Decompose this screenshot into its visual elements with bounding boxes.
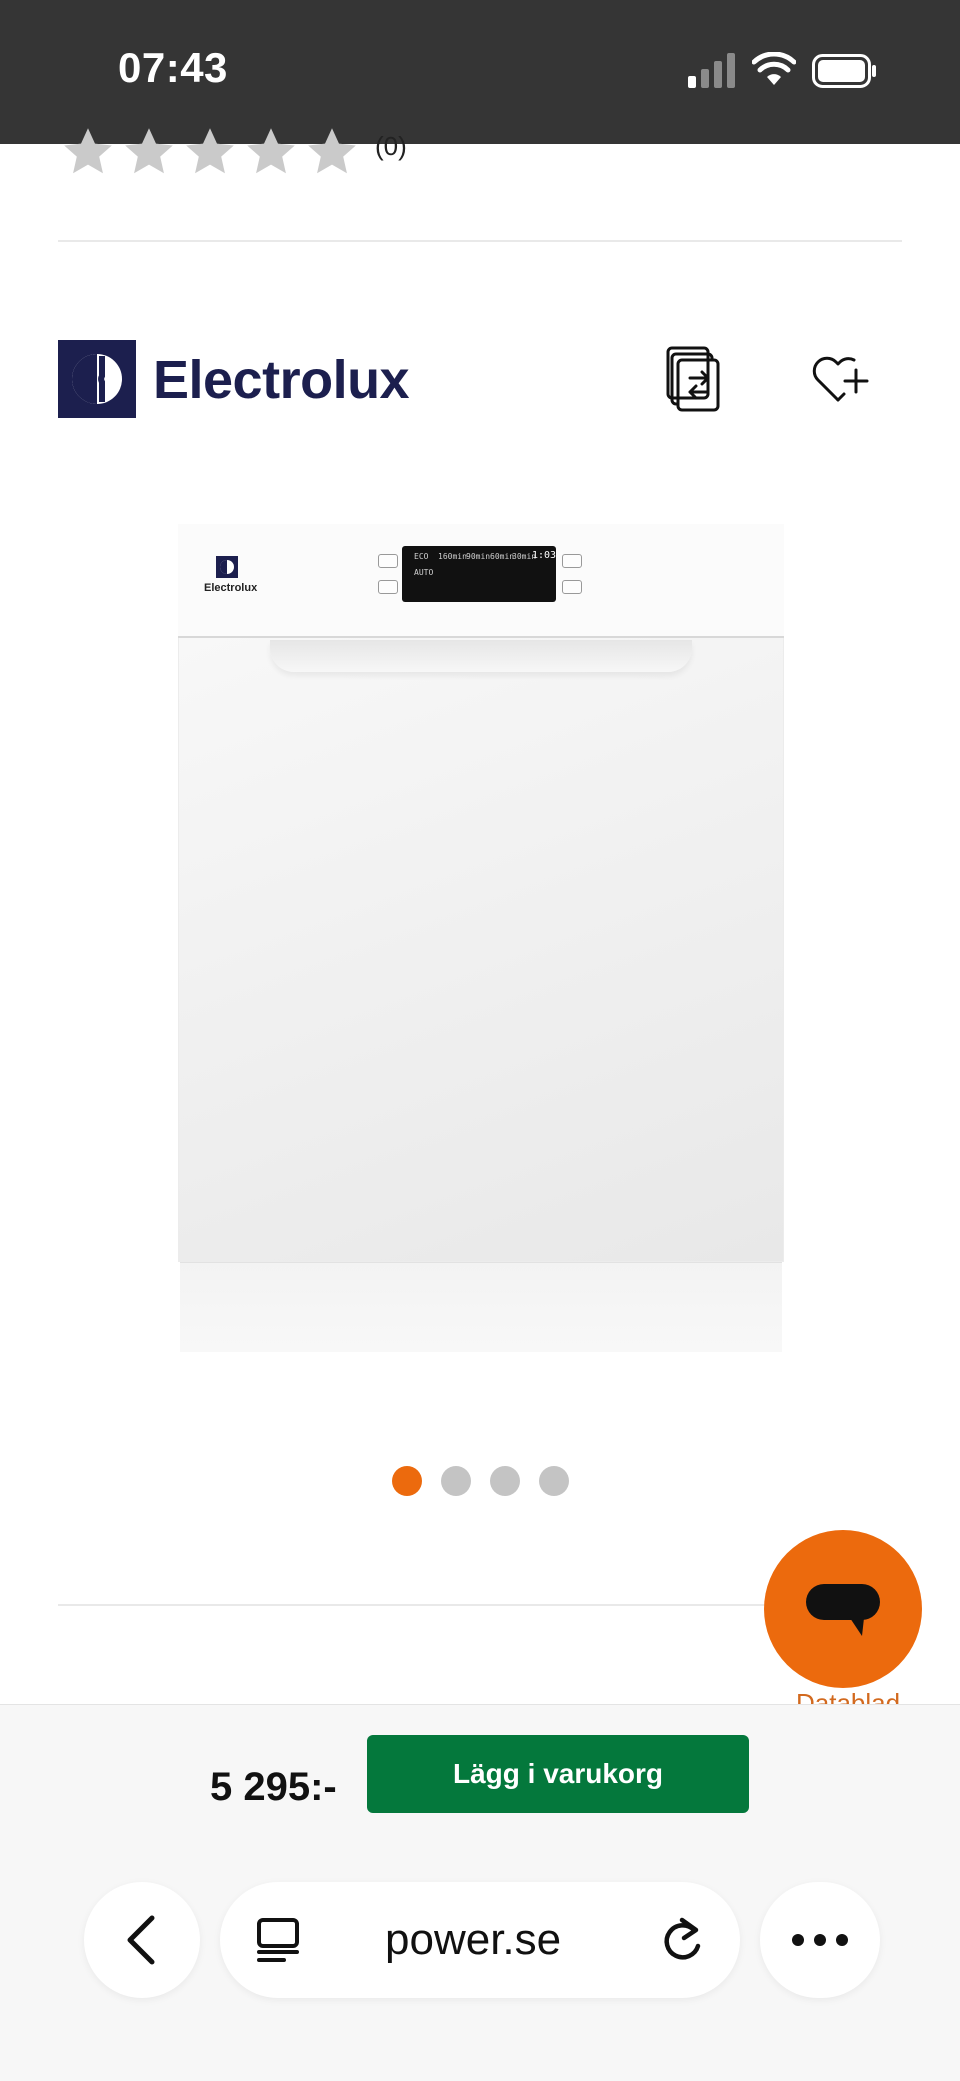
display-label: ECO (414, 552, 429, 561)
status-time: 07:43 (118, 44, 228, 91)
panel-button (562, 554, 582, 568)
product-image[interactable]: Electrolux ECO 160min 90min 60min 30min … (178, 524, 784, 1352)
display-time: 1:03 (532, 550, 557, 561)
panel-button (378, 554, 398, 568)
more-icon (792, 1934, 848, 1946)
display-label: AUTO (414, 568, 434, 577)
dishwasher-plinth (180, 1262, 782, 1352)
wifi-icon (752, 52, 796, 85)
chevron-left-icon (127, 1915, 155, 1965)
electrolux-logo[interactable] (58, 340, 136, 418)
chat-button[interactable] (764, 1530, 922, 1688)
chat-bubble-icon (806, 1584, 880, 1636)
image-carousel-dots (392, 1466, 588, 1496)
brand-name[interactable]: Electrolux (153, 349, 410, 411)
browser-back-button[interactable] (84, 1882, 200, 1998)
battery-icon (812, 54, 876, 88)
display-label: 60min (490, 552, 515, 561)
display-label: 160min (438, 552, 467, 561)
rating-count: (0) (375, 130, 407, 161)
star-icon (64, 128, 112, 174)
dishwasher-control-panel: Electrolux ECO 160min 90min 60min 30min … (178, 524, 784, 638)
product-rating[interactable]: (0) (60, 126, 407, 178)
carousel-dot-3[interactable] (490, 1466, 520, 1496)
star-icon (308, 128, 356, 174)
dishwasher-brand: Electrolux (204, 582, 258, 594)
cellular-signal-icon (688, 53, 735, 88)
url-text: power.se (385, 1915, 562, 1964)
carousel-dot-4[interactable] (539, 1466, 569, 1496)
carousel-dot-1[interactable] (392, 1466, 422, 1496)
product-page: 07:43 (0) Electrolux Electrolux ECO 160m… (0, 0, 960, 2081)
reload-icon (664, 1917, 701, 1960)
reader-icon (257, 1918, 299, 1962)
dishwasher-handle (270, 640, 692, 672)
star-icon (247, 128, 295, 174)
star-icon (186, 128, 234, 174)
browser-more-button[interactable] (760, 1882, 880, 1998)
status-bar: 07:43 (0, 0, 960, 144)
compare-icon[interactable] (664, 346, 728, 412)
divider (58, 240, 902, 242)
star-icon (125, 128, 173, 174)
electrolux-logo (216, 556, 238, 578)
panel-button (562, 580, 582, 594)
address-bar[interactable]: power.se (220, 1882, 740, 1998)
display-label: 90min (466, 552, 491, 561)
dishwasher-display: ECO 160min 90min 60min 30min 1:03 AUTO (402, 546, 556, 602)
panel-button (378, 580, 398, 594)
carousel-dot-2[interactable] (441, 1466, 471, 1496)
add-to-cart-button[interactable]: Lägg i varukorg (367, 1735, 749, 1813)
product-price: 5 295:- (210, 1765, 337, 1809)
heart-plus-icon[interactable] (808, 348, 872, 408)
